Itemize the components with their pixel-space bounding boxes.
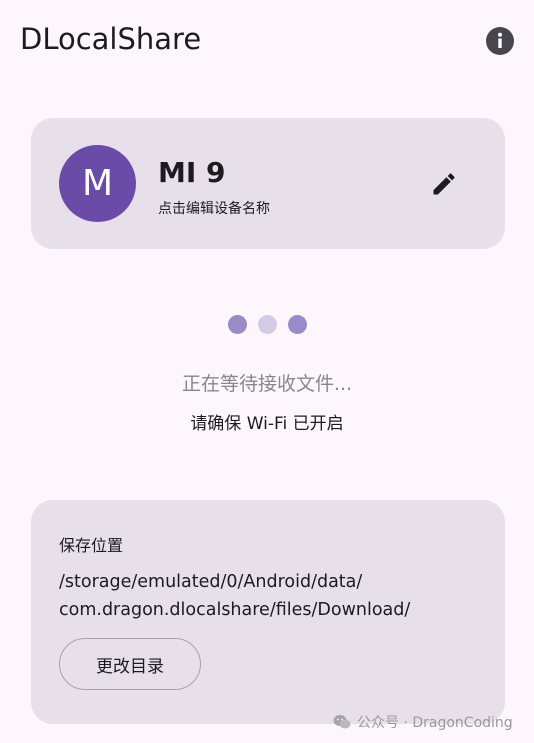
pencil-icon	[433, 173, 455, 195]
loading-dot	[228, 315, 247, 334]
watermark: 公众号 · DragonCoding	[333, 712, 513, 732]
save-location-label: 保存位置	[59, 536, 124, 555]
avatar: M	[59, 145, 136, 222]
device-name: MI 9	[158, 156, 226, 189]
info-button[interactable]	[486, 27, 514, 55]
device-card[interactable]: M MI 9 点击编辑设备名称	[31, 118, 505, 249]
loading-indicator	[228, 315, 307, 334]
save-location-card: 保存位置 /storage/emulated/0/Android/data/ c…	[31, 500, 505, 724]
loading-dot	[258, 315, 277, 334]
waiting-status: 正在等待接收文件...	[181, 373, 353, 395]
app-title: DLocalShare	[20, 22, 202, 56]
wifi-hint: 请确保 Wi-Fi 已开启	[190, 414, 344, 434]
save-path: /storage/emulated/0/Android/data/ com.dr…	[59, 572, 411, 620]
change-directory-button[interactable]: 更改目录	[59, 638, 201, 690]
info-icon	[498, 32, 502, 48]
loading-dot	[288, 315, 307, 334]
wechat-icon	[333, 715, 351, 729]
watermark-text: 公众号 · DragonCoding	[357, 715, 513, 731]
edit-name-button[interactable]	[428, 168, 460, 200]
device-name-hint: 点击编辑设备名称	[158, 201, 270, 217]
